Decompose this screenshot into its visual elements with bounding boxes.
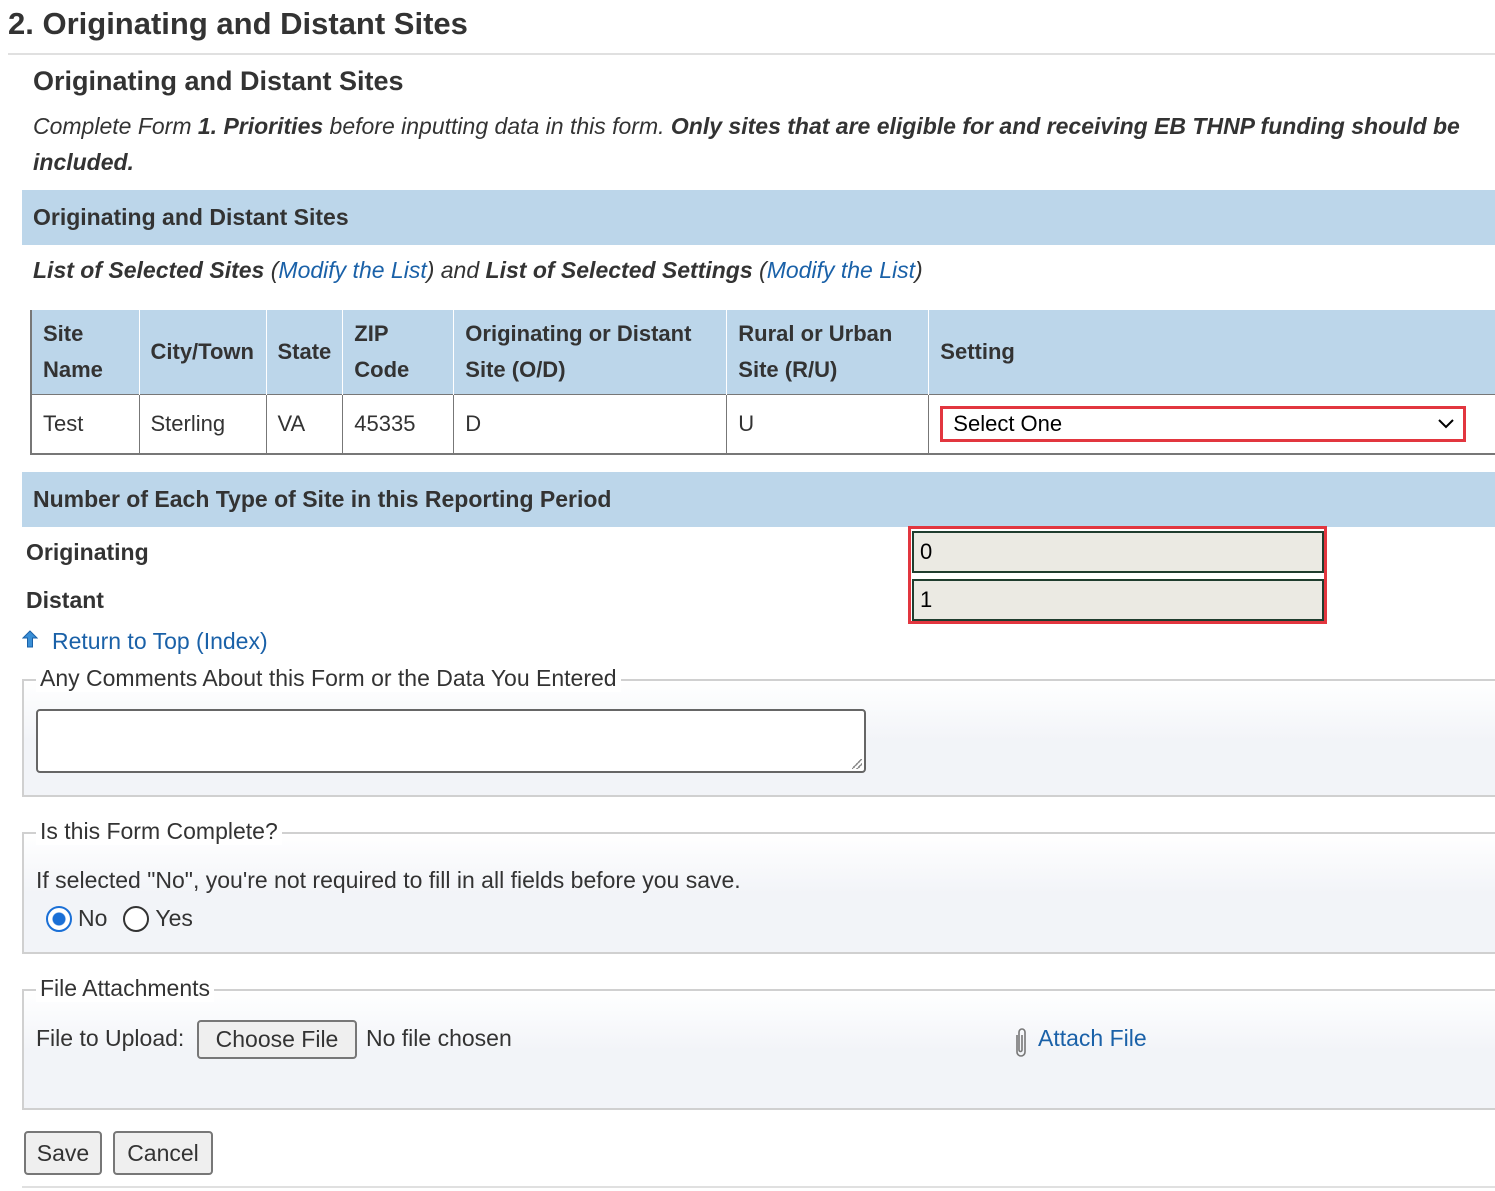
distant-label: Distant (26, 587, 104, 613)
arrow-up-icon[interactable] (22, 630, 38, 648)
form-instructions: Complete Form 1. Priorities before input… (33, 108, 1495, 180)
cancel-button[interactable]: Cancel (113, 1131, 213, 1175)
col-city: City/Town (138, 310, 266, 394)
upload-label: File to Upload: (36, 1025, 185, 1051)
bottom-divider (22, 1186, 1495, 1188)
paren-text: ) (915, 257, 923, 283)
return-to-top-link[interactable]: Return to Top (Index) (52, 628, 268, 655)
radio-no-label: No (78, 905, 108, 931)
col-originating-distant: Originating or Distant Site (O/D) (453, 310, 727, 394)
attach-file-link[interactable]: Attach File (1038, 1025, 1147, 1052)
counts-section-header: Number of Each Type of Site in this Repo… (22, 472, 1495, 527)
attachments-legend: File Attachments (36, 975, 215, 1002)
and-text: ) and (426, 257, 486, 283)
instructions-form-ref: 1. Priorities (197, 113, 324, 139)
resize-handle[interactable] (852, 759, 862, 769)
cell-zip: 45335 (342, 393, 455, 455)
cell-originating-distant: D (453, 393, 728, 455)
save-button[interactable]: Save (24, 1131, 102, 1175)
col-site-name: Site Name (30, 310, 139, 394)
radio-no[interactable] (46, 905, 72, 932)
page-title: 2. Originating and Distant Sites (8, 6, 468, 41)
selected-lists-line: List of Selected Sites (Modify the List)… (33, 257, 923, 284)
cell-setting: Select One (928, 393, 1495, 455)
col-setting: Setting (928, 310, 1495, 394)
no-file-status: No file chosen (366, 1025, 512, 1051)
col-state: State (265, 310, 343, 394)
sites-section-header: Originating and Distant Sites (22, 190, 1495, 245)
paren-text: ( (752, 257, 767, 283)
form-complete-note: If selected "No", you're not required to… (36, 867, 741, 893)
cell-city: Sterling (138, 393, 267, 455)
paperclip-icon (1016, 1028, 1026, 1057)
comments-textarea[interactable] (36, 709, 866, 773)
modify-settings-link[interactable]: Modify the List (767, 257, 915, 283)
setting-select-value: Select One (953, 410, 1063, 436)
paren-text: ( (264, 257, 279, 283)
instructions-text-1: Complete Form (33, 113, 198, 139)
originating-label: Originating (26, 539, 149, 565)
form-complete-options: No Yes (46, 905, 193, 932)
cell-state: VA (265, 393, 344, 455)
title-divider (8, 53, 1495, 55)
instructions-text-2: before inputting data in this form. (323, 113, 671, 139)
selected-settings-label: List of Selected Settings (485, 257, 753, 283)
comments-legend: Any Comments About this Form or the Data… (36, 665, 621, 692)
cell-rural-urban: U (726, 393, 930, 455)
col-rural-urban: Rural or Urban Site (R/U) (726, 310, 929, 394)
chevron-down-icon (1438, 418, 1455, 428)
form-subtitle: Originating and Distant Sites (33, 66, 404, 96)
sites-table: Site Name City/Town State ZIP Code Origi… (30, 310, 1495, 455)
cell-site-name: Test (30, 393, 140, 455)
choose-file-button[interactable]: Choose File (197, 1020, 357, 1059)
setting-select[interactable]: Select One (940, 405, 1467, 442)
col-zip: ZIP Code (342, 310, 454, 394)
table-row: Test Sterling VA 45335 D U Select One (30, 393, 1495, 455)
modify-sites-link[interactable]: Modify the List (278, 257, 426, 283)
table-header-row: Site Name City/Town State ZIP Code Origi… (30, 310, 1495, 394)
form-complete-legend: Is this Form Complete? (36, 818, 282, 845)
radio-yes-label: Yes (155, 905, 193, 931)
highlight-frame (908, 526, 1327, 624)
radio-yes[interactable] (123, 905, 150, 932)
selected-sites-label: List of Selected Sites (33, 257, 265, 283)
